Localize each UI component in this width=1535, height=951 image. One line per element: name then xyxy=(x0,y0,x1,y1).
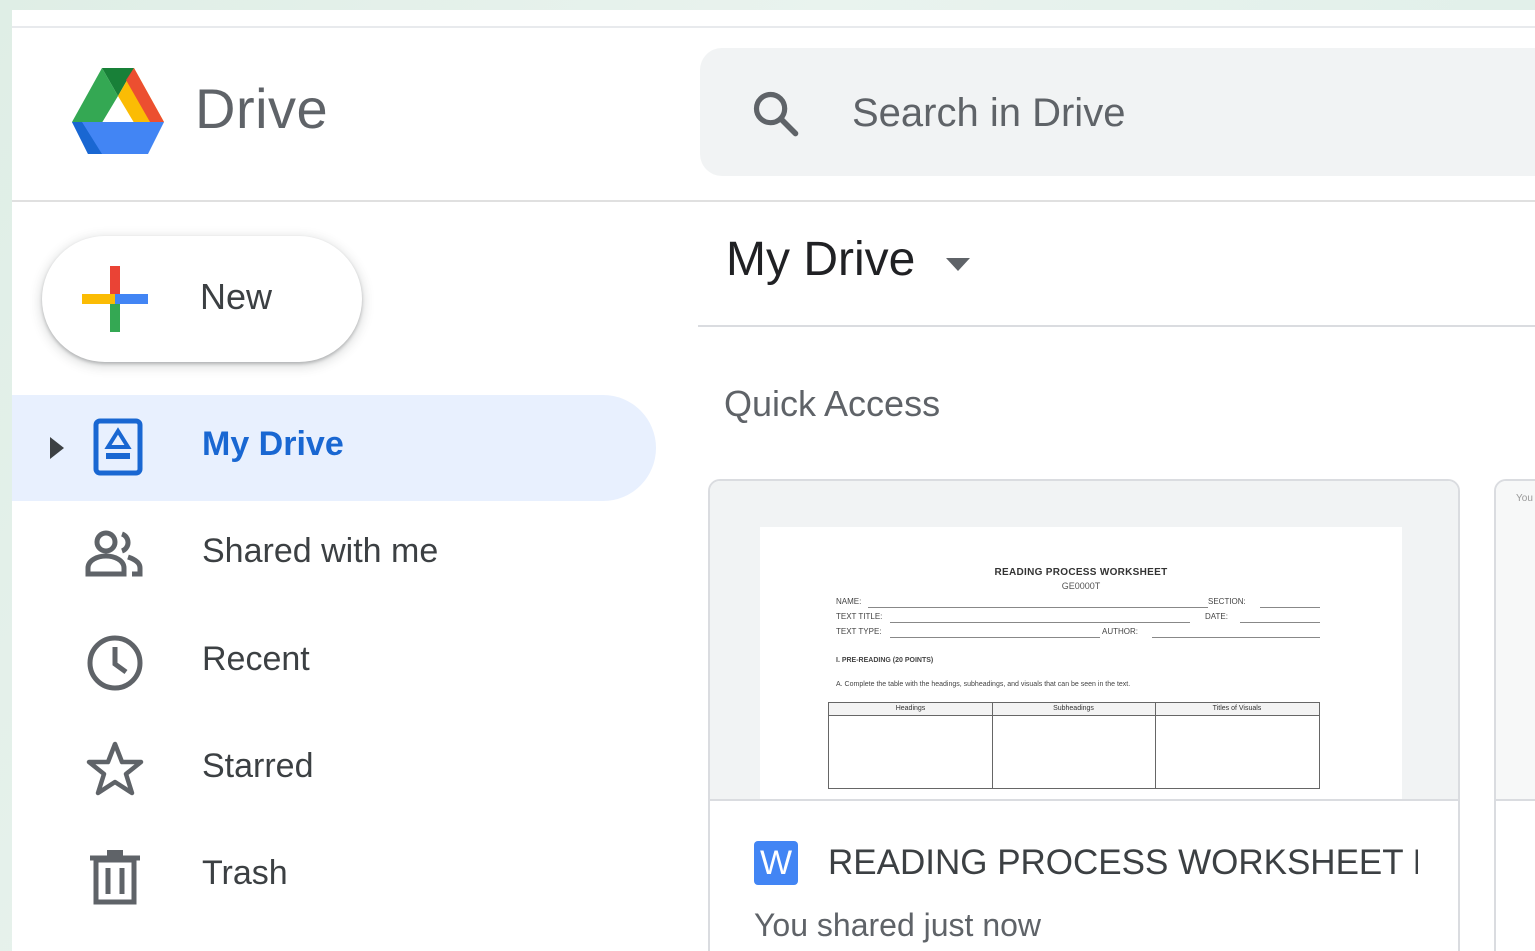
document-thumbnail: READING PROCESS WORKSHEET GE0000T NAME: … xyxy=(760,527,1402,799)
preview-name-label: NAME: xyxy=(836,597,862,606)
preview-text-title-label: TEXT TITLE: xyxy=(836,612,883,621)
preview-author-label: AUTHOR: xyxy=(1102,627,1138,636)
google-drive-logo[interactable] xyxy=(68,66,168,156)
preview-title: READING PROCESS WORKSHEET xyxy=(994,567,1168,578)
new-button[interactable]: New xyxy=(42,236,362,362)
quick-access-heading: Quick Access xyxy=(724,383,941,424)
preview-line xyxy=(1240,622,1320,623)
plus-icon xyxy=(82,266,148,332)
expand-caret-icon[interactable] xyxy=(48,435,66,461)
sidebar-item-label: My Drive xyxy=(202,425,344,463)
preview-line xyxy=(868,607,1208,608)
preview-code: GE0000T xyxy=(1061,581,1101,591)
quick-access-card-partial[interactable]: You xyxy=(1494,479,1535,951)
file-activity: You shared just now xyxy=(754,907,1042,943)
sidebar-item-label: Shared with me xyxy=(202,532,439,570)
sidebar-item-recent[interactable]: Recent xyxy=(12,610,656,716)
preview-line xyxy=(890,622,1190,623)
word-icon: W xyxy=(754,841,798,885)
file-preview: READING PROCESS WORKSHEET GE0000T NAME: … xyxy=(710,481,1458,801)
page-title[interactable]: My Drive xyxy=(726,232,915,287)
sidebar-item-shared-with-me[interactable]: Shared with me xyxy=(12,502,656,608)
header-bar: Drive xyxy=(12,28,1535,202)
trash-icon xyxy=(90,850,140,905)
preview-date-label: DATE: xyxy=(1205,612,1228,621)
sidebar-item-trash[interactable]: Trash xyxy=(12,824,656,930)
sidebar-item-label: Starred xyxy=(202,747,314,785)
preview-text-type-label: TEXT TYPE: xyxy=(836,627,882,636)
preview-part-heading: I. PRE-READING (20 POINTS) xyxy=(836,657,934,664)
new-button-label: New xyxy=(200,276,273,317)
sidebar-item-my-drive[interactable]: My Drive xyxy=(12,395,656,501)
my-drive-icon xyxy=(93,418,143,476)
preview-line xyxy=(890,637,1100,638)
people-icon xyxy=(85,530,143,577)
search-input[interactable] xyxy=(850,76,1534,150)
file-name: READING PROCESS WORKSHEET D... xyxy=(828,843,1418,882)
preview-table: Headings Subheadings Titles of Visuals xyxy=(828,702,1320,789)
preview-instruction: A. Complete the table with the headings,… xyxy=(836,681,1131,688)
clock-icon xyxy=(87,635,143,691)
preview-section-label: SECTION: xyxy=(1208,597,1246,606)
file-preview: You xyxy=(1496,481,1535,801)
preview-line xyxy=(1260,607,1320,608)
app-title: Drive xyxy=(195,77,329,140)
quick-access-card[interactable]: READING PROCESS WORKSHEET GE0000T NAME: … xyxy=(708,479,1460,951)
sidebar-item-label: Recent xyxy=(202,640,310,678)
title-divider xyxy=(698,325,1535,327)
preview-table-column-divider xyxy=(992,703,993,788)
preview-table-column-divider xyxy=(1155,703,1156,788)
drive-app-window: Drive New My Drive xyxy=(12,10,1535,951)
preview-line xyxy=(1152,637,1320,638)
chevron-down-icon[interactable] xyxy=(944,255,972,273)
sidebar-item-starred[interactable]: Starred xyxy=(12,717,656,823)
preview-table-header: Titles of Visuals xyxy=(1155,703,1319,716)
sidebar-item-label: Trash xyxy=(202,854,288,892)
star-icon xyxy=(86,741,144,796)
search-bar[interactable] xyxy=(700,48,1535,176)
preview-table-header: Subheadings xyxy=(992,703,1155,716)
preview-text: You xyxy=(1516,493,1533,504)
preview-table-header: Headings xyxy=(829,703,992,716)
search-icon[interactable] xyxy=(750,88,802,140)
